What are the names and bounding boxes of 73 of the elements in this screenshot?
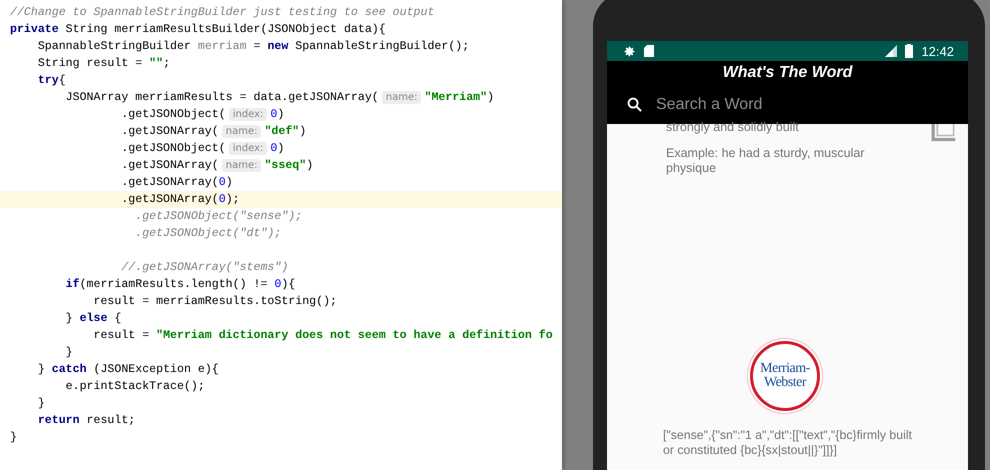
code-text: ) — [299, 125, 306, 138]
code-text: ); — [226, 193, 240, 206]
code-text: SpannableStringBuilder — [36, 40, 192, 53]
string-literal: "sseq" — [264, 159, 306, 172]
code-keyword: if — [64, 278, 80, 291]
code-keyword: private — [10, 23, 59, 36]
code-text: ) — [277, 142, 284, 155]
parameter-hint: index: — [228, 108, 268, 121]
code-text: .getJSONObject( — [120, 108, 226, 121]
code-text: ; — [163, 57, 170, 70]
string-literal: "Merriam" — [424, 91, 488, 104]
code-text: ) — [487, 91, 494, 104]
code-keyword: else — [80, 312, 108, 325]
search-icon — [627, 97, 642, 112]
code-text: result = merriamResults.toString(); — [92, 295, 337, 308]
code-text: } — [36, 363, 46, 376]
clock-text: 12:42 — [921, 44, 954, 58]
sd-card-icon — [644, 45, 654, 57]
code-text: (merriamResults.length() != — [80, 278, 268, 291]
string-literal: "" — [149, 57, 164, 70]
code-text: SpannableStringBuilder(); — [294, 40, 470, 53]
code-text: .getJSONArray( — [120, 159, 219, 172]
code-keyword: return — [36, 414, 80, 427]
code-text: ) — [226, 176, 233, 189]
signal-icon — [883, 45, 898, 57]
code-keyword: try — [36, 74, 59, 87]
code-text: .getJSONArray( — [120, 176, 219, 189]
parameter-hint: name: — [222, 159, 262, 172]
search-field[interactable]: Search a Word — [656, 96, 906, 114]
code-text: { — [58, 74, 66, 87]
code-text: (JSONException e){ — [92, 363, 219, 376]
code-text: .getJSONArray( — [120, 125, 219, 138]
code-text: ) — [306, 159, 314, 172]
number-literal: 0 — [274, 278, 282, 291]
number-literal: 0 — [218, 193, 226, 206]
definition-text: strongly and solidly built — [666, 120, 800, 134]
code-comment: //.getJSONArray("stems") — [120, 261, 288, 274]
code-comment: .getJSONObject("dt"); — [134, 227, 282, 240]
parameter-hint: name: — [222, 125, 262, 138]
number-literal: 0 — [218, 176, 226, 189]
unused-variable: merriam — [198, 40, 247, 53]
code-text: result = — [92, 329, 150, 342]
code-text: = — [252, 40, 262, 53]
code-comment: .getJSONObject("sense"); — [134, 210, 302, 223]
raw-output-text: ["sense",{"sn":"1 a","dt":[["text","{bc}firmly built or constituted {bc}{sx|stout||}"]]}] — [663, 428, 913, 458]
number-literal: 0 — [270, 108, 278, 121]
code-text: } — [10, 431, 17, 444]
example-text: Example: he had a sturdy, muscular physique — [666, 146, 866, 176]
code-keyword: catch — [52, 363, 87, 376]
code-text: ){ — [281, 278, 296, 291]
code-text: String merriamResultsBuilder(JSONObject data){ — [64, 23, 386, 36]
code-text: JSONArray merriamResults = data.getJSONArray( — [64, 91, 379, 104]
string-literal: "def" — [264, 125, 300, 138]
code-text: } — [64, 346, 73, 359]
code-keyword: new — [267, 40, 288, 53]
code-comment: //Change to SpannableStringBuilder just testing to see output — [10, 6, 434, 19]
number-literal: 0 — [270, 142, 278, 155]
string-literal: "Merriam dictionary does not seem to have a definition fo — [156, 329, 553, 342]
parameter-hint: index: — [228, 142, 268, 155]
merriam-webster-logo: Merriam- Webster — [750, 341, 820, 411]
code-text: .getJSONObject( — [120, 142, 226, 155]
code-text: result; — [86, 414, 136, 427]
code-text: String result = — [36, 57, 144, 70]
battery-icon — [905, 44, 914, 58]
parameter-hint: name: — [382, 91, 422, 104]
code-text: .getJSONArray( — [120, 193, 219, 206]
code-text: { — [113, 312, 122, 325]
code-text: e.printStackTrace(); — [64, 380, 205, 393]
code-text: ) — [277, 108, 284, 121]
app-title: What's The Word — [722, 63, 854, 83]
code-text: } — [64, 312, 74, 325]
code-text: } — [36, 397, 45, 410]
gear-icon — [623, 44, 636, 58]
